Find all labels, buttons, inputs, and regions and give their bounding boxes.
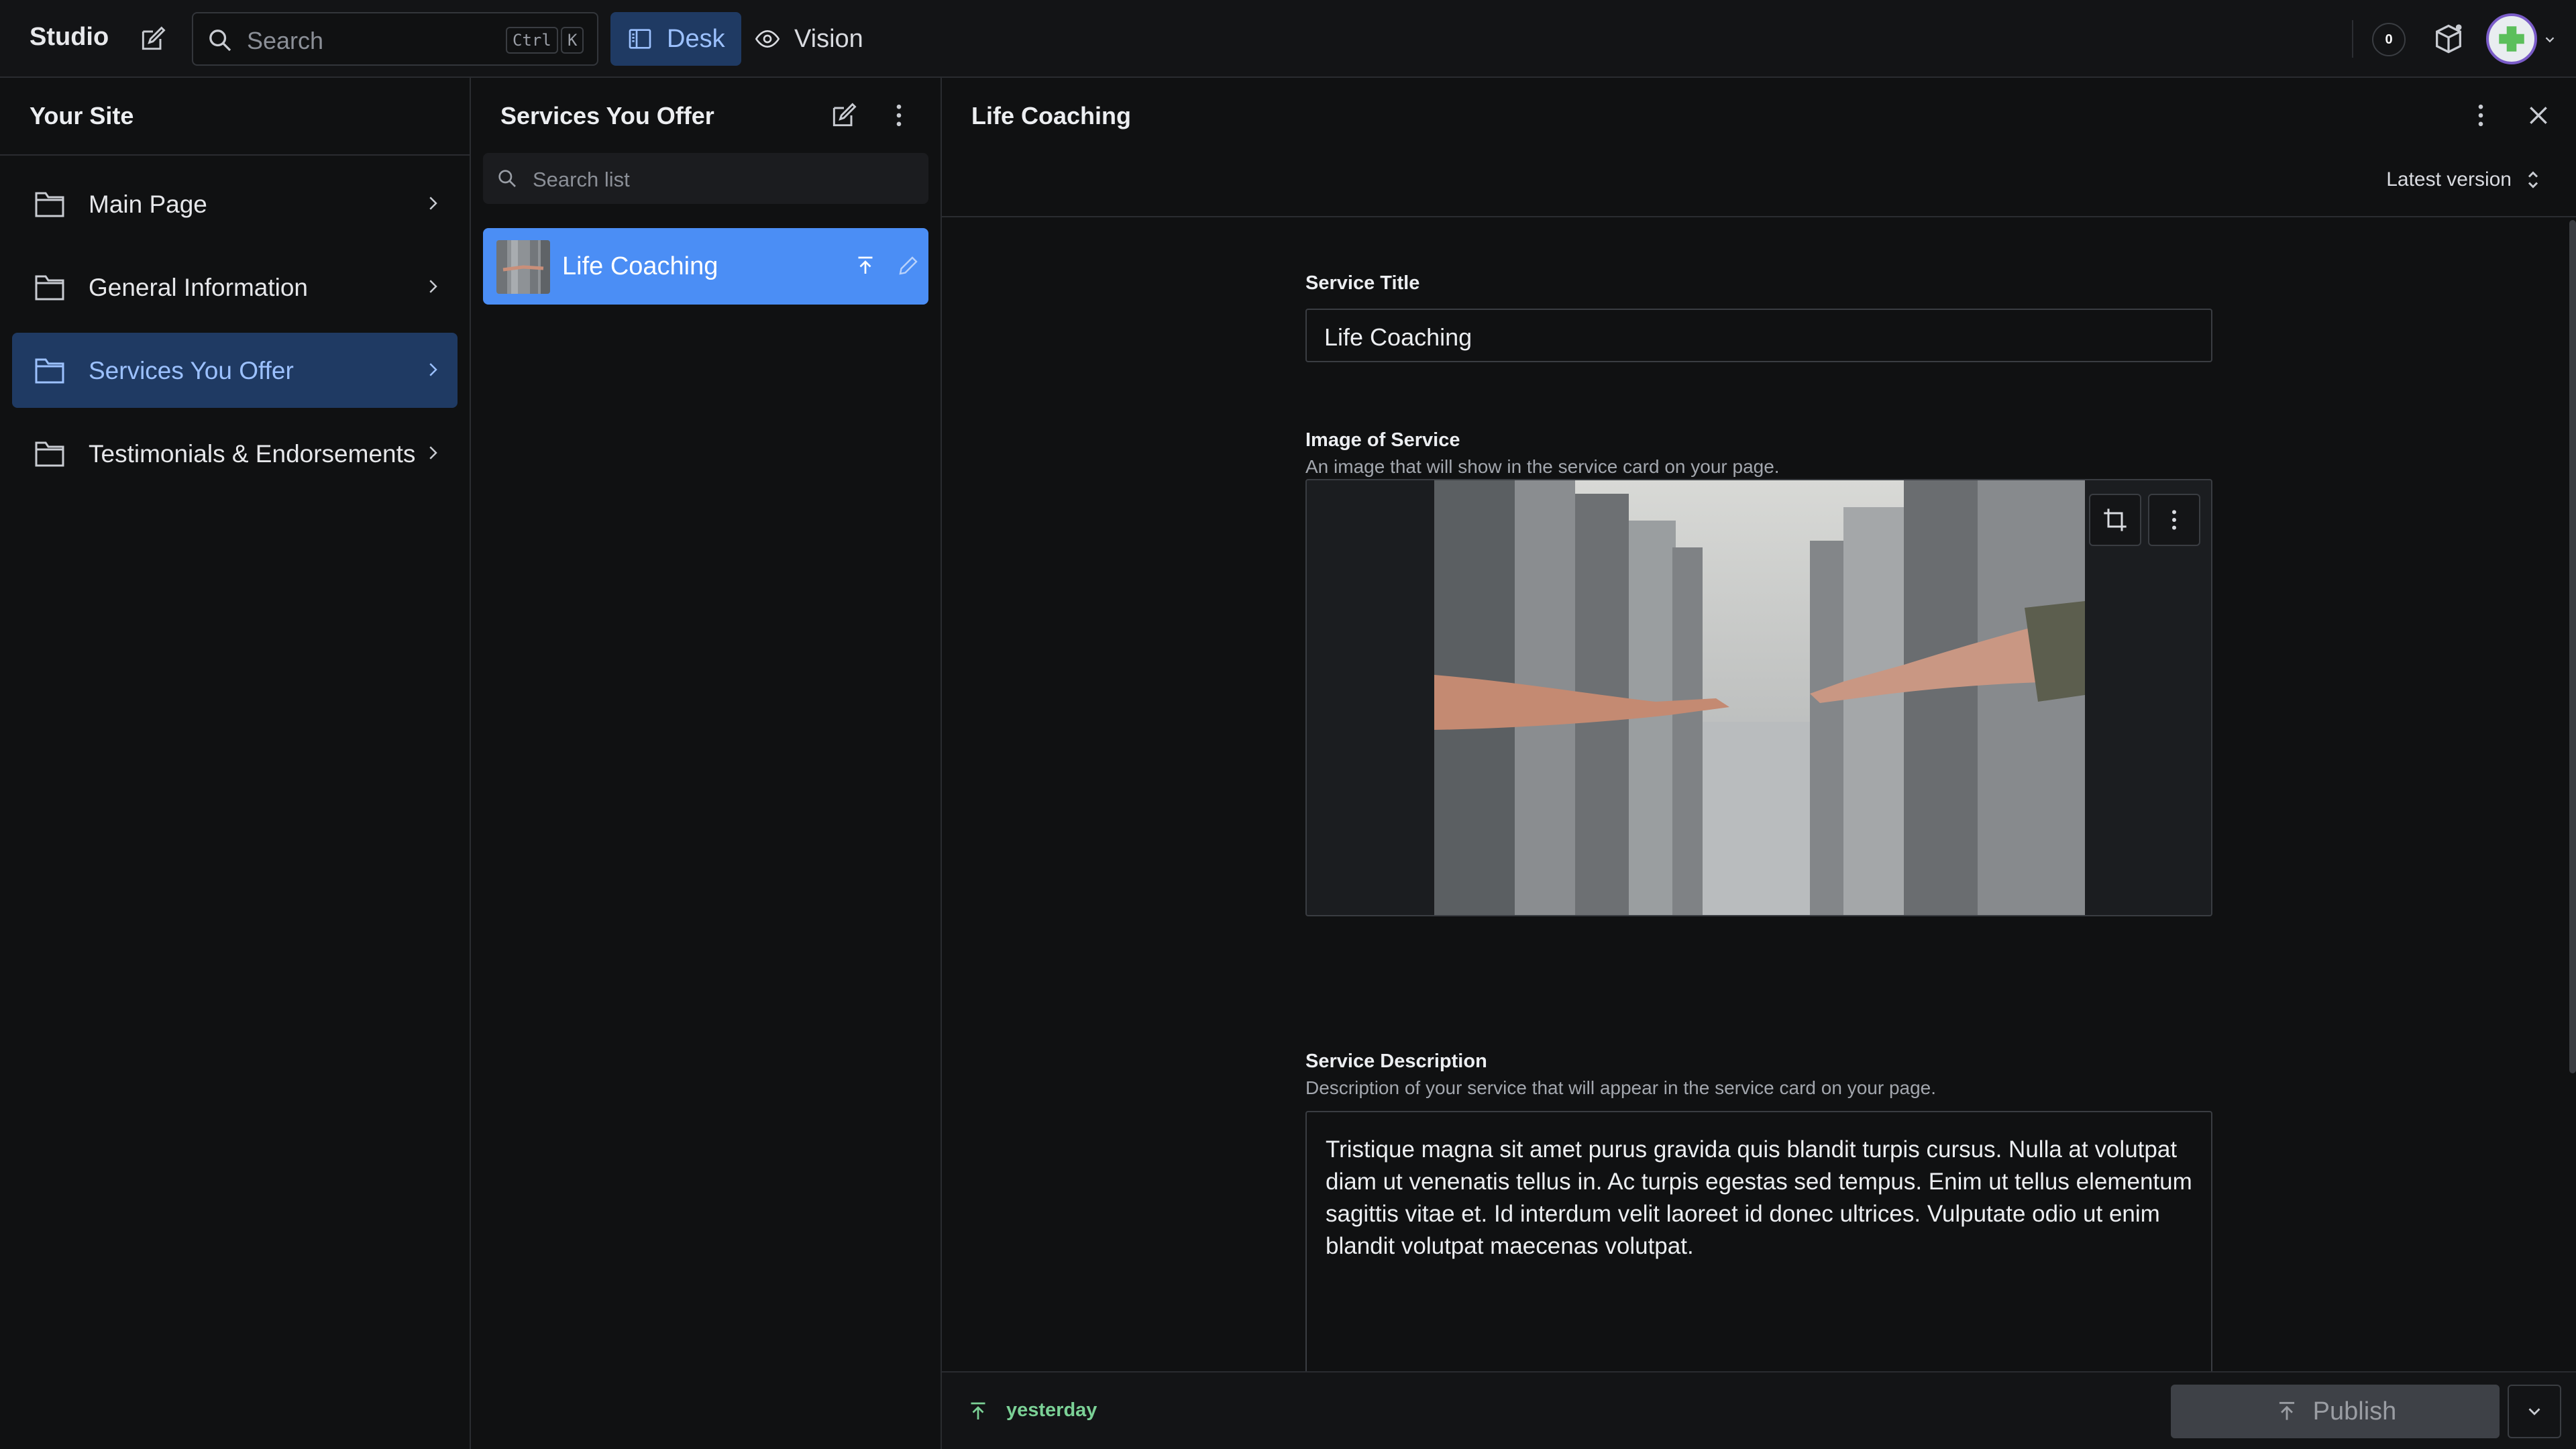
document-editor-pane: Life Coaching Latest version Service Tit… [942,78,2576,1449]
image-options-button[interactable] [2148,494,2200,546]
sidebar-item-main-page[interactable]: Main Page [12,166,458,241]
eye-icon [755,30,780,48]
crop-icon [2104,508,2127,531]
tab-desk-label: Desk [667,24,725,53]
version-selector[interactable]: Latest version [2386,168,2542,192]
user-avatar[interactable] [2486,13,2537,64]
published-icon [853,254,877,278]
sidebar-item-label: Main Page [89,191,207,218]
more-options-icon[interactable] [2466,101,2496,130]
image-field[interactable] [1305,479,2212,916]
chevron-up-down-icon [2528,171,2538,189]
publish-button[interactable]: Publish [2171,1385,2500,1438]
image-label: Image of Service [1305,429,1460,451]
compose-icon[interactable] [138,24,168,54]
document-list-pane: Services You Offer Search list Life Coac… [471,78,942,1449]
tab-vision-label: Vision [794,24,863,53]
chevron-right-icon [423,276,443,297]
service-description-help: Description of your service that will ap… [1305,1077,1937,1098]
document-thumbnail [496,240,550,294]
package-icon[interactable] [2431,21,2466,56]
list-search-placeholder: Search list [533,168,630,191]
service-description-label: Service Description [1305,1051,1487,1072]
service-title-input[interactable]: Life Coaching [1305,309,2212,362]
scrollbar[interactable] [2569,220,2576,1073]
search-icon [496,168,518,189]
service-title-label: Service Title [1305,272,1420,294]
structure-pane: Your Site Main Page General Information … [0,78,471,1449]
structure-pane-header: Your Site [0,78,470,156]
sidebar-item-general-information[interactable]: General Information [12,250,458,325]
tab-vision[interactable]: Vision [738,12,879,66]
folder-icon [34,356,66,385]
version-label: Latest version [2386,168,2512,191]
folder-icon [34,272,66,302]
desk-icon [629,29,651,49]
published-timestamp: yesterday [1006,1399,1097,1421]
tab-desk[interactable]: Desk [610,12,741,66]
notification-badge[interactable]: 0 [2372,23,2406,56]
chevron-down-icon [2528,1408,2540,1415]
service-image [1434,480,2085,915]
close-icon[interactable] [2525,102,2552,129]
publish-icon [2279,1401,2294,1420]
list-search-input[interactable]: Search list [483,153,928,204]
sidebar-item-label: Services You Offer [89,357,294,384]
create-document-icon[interactable] [829,101,859,130]
toolbar-divider [2352,20,2353,58]
editor-header: Life Coaching Latest version [942,78,2576,217]
sidebar-item-label: General Information [89,274,309,301]
publish-label: Publish [2312,1397,2397,1426]
folder-icon [34,439,66,468]
pencil-icon [896,254,920,278]
chevron-right-icon [423,360,443,380]
chevron-right-icon [423,443,443,463]
shortcut-key-ctrl: Ctrl [506,27,558,54]
more-options-icon [2172,510,2176,530]
list-pane-title: Services You Offer [500,102,714,129]
sidebar-item-label: Testimonials & Endorsements [89,440,416,468]
sidebar-item-testimonials[interactable]: Testimonials & Endorsements [12,416,458,491]
document-actions-button[interactable] [2508,1385,2561,1438]
avatar-cross-icon [2499,26,2524,52]
search-placeholder: Search [247,27,324,54]
pane-title: Your Site [30,102,134,129]
list-item-life-coaching[interactable]: Life Coaching [483,228,928,305]
folder-icon [34,189,66,219]
chevron-right-icon [423,193,443,213]
editor-title: Life Coaching [971,102,1132,129]
crop-button[interactable] [2089,494,2141,546]
shortcut-key-k: K [561,27,584,54]
editor-footer: yesterday Publish [942,1371,2576,1449]
published-icon [966,1399,990,1424]
chevron-down-icon[interactable] [2542,32,2557,47]
sidebar-item-services-you-offer[interactable]: Services You Offer [12,333,458,408]
list-item-label: Life Coaching [562,252,718,280]
global-search-input[interactable]: Search Ctrl K [192,12,598,66]
search-icon [207,27,233,54]
top-bar: Studio Search Ctrl K Desk Vision 0 [0,0,2576,78]
studio-brand[interactable]: Studio [30,23,109,52]
service-title-value: Life Coaching [1324,323,1472,351]
more-options-icon[interactable] [884,101,914,130]
image-description: An image that will show in the service c… [1305,456,1780,477]
